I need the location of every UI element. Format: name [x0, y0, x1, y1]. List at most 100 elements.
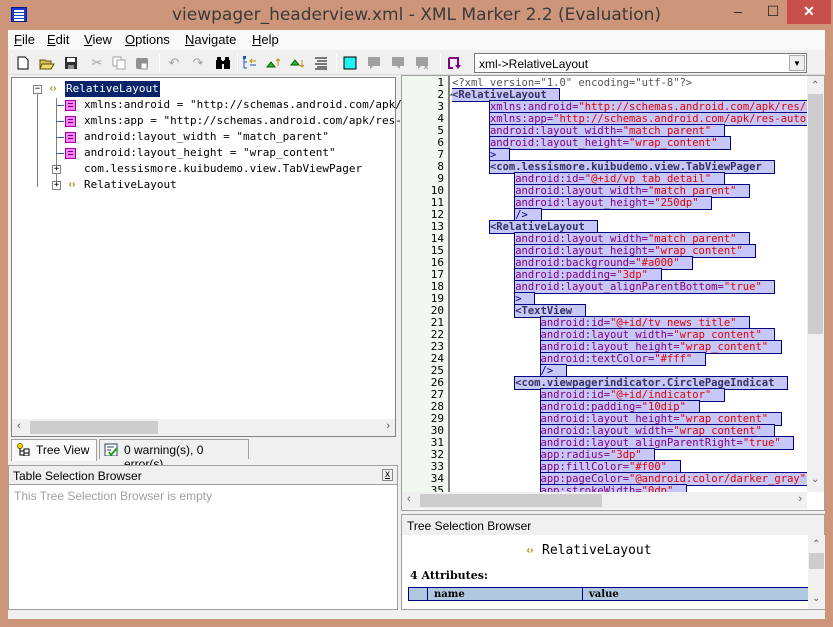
copy-button[interactable]	[109, 53, 129, 73]
code-line[interactable]: android:id="@+id/indicator"	[452, 388, 725, 402]
code-line[interactable]: <?xml version="1.0" encoding="utf-8"?>	[452, 77, 692, 89]
path-combobox[interactable]: xml->RelativeLayout ▼	[474, 53, 807, 73]
scrollbar-thumb[interactable]	[420, 494, 602, 507]
menu-file[interactable]: File	[14, 32, 35, 47]
code-line[interactable]: android:layout_width="wrap_content"	[452, 328, 776, 342]
tree-attribute-label: xmlns:android = "http://schemas.android.…	[84, 98, 422, 111]
xml-editor[interactable]: 1 2 3 4 5 6 7 8 9 10 11 12 13 14 15 16 17 18 19 20 21 22 23 24 2…	[401, 75, 825, 511]
scroll-right-icon[interactable]: ›	[386, 420, 390, 432]
token-attr: android:padding=	[515, 269, 617, 281]
open-button[interactable]	[37, 53, 57, 73]
code-line[interactable]: android:id="@+id/vp_tab_detail"	[452, 172, 725, 186]
code-line[interactable]: />	[452, 208, 542, 222]
menu-help[interactable]: Help	[252, 32, 279, 47]
next-bookmark-button[interactable]	[388, 53, 408, 73]
element-icon: ‹›	[64, 179, 80, 191]
column-header-name[interactable]: name	[427, 588, 582, 600]
code-line[interactable]: android:layout_height="wrap_content"	[452, 340, 782, 354]
browser-vertical-scrollbar[interactable]: ⌃ ⌄	[808, 535, 825, 609]
code-line[interactable]: >	[452, 148, 510, 162]
scrollbar-thumb[interactable]	[808, 94, 823, 334]
menu-edit[interactable]: Edit	[47, 32, 69, 47]
menu-view[interactable]: View	[84, 32, 112, 47]
scrollbar-thumb[interactable]	[30, 421, 158, 434]
code-line[interactable]: android:layout_width="match_parent"	[452, 124, 725, 138]
expand-toggle[interactable]: +	[52, 181, 61, 190]
code-line[interactable]: <RelativeLayout	[452, 220, 599, 234]
menu-navigate[interactable]: Navigate	[185, 32, 236, 47]
scroll-left-icon[interactable]: ‹	[17, 420, 21, 432]
code-line[interactable]: android:layout_width="match_parent"	[452, 232, 751, 246]
code-line[interactable]: android:background="#a000"	[452, 256, 694, 270]
color-toggle-button[interactable]	[340, 53, 360, 73]
scroll-up-icon[interactable]: ⌃	[812, 539, 820, 550]
code-line[interactable]: <RelativeLayout	[452, 88, 561, 102]
bookmark-icon	[416, 57, 429, 70]
code-line[interactable]: app:fillColor="#f00"	[452, 460, 681, 474]
tab-tree-view[interactable]: Tree View	[11, 439, 97, 461]
code-line[interactable]: android:layout_width="match_parent"	[452, 184, 751, 198]
code-line[interactable]: android:layout_alignParentRight="true"	[452, 436, 795, 450]
token-val: "true"	[742, 437, 781, 449]
paste-button[interactable]	[132, 53, 152, 73]
code-line[interactable]: xmlns:android="http://schemas.android.co…	[452, 100, 807, 114]
tree-horizontal-scrollbar[interactable]: ‹ ›	[12, 419, 395, 436]
close-panel-icon[interactable]: x	[382, 469, 393, 481]
scroll-down-icon[interactable]: ⌄	[812, 593, 820, 604]
maximize-button[interactable]: ☐	[757, 0, 789, 24]
code-line[interactable]: android:layout_alignParentBottom="true"	[452, 280, 776, 294]
scroll-up-icon[interactable]: ⌃	[811, 80, 819, 91]
code-line[interactable]: app:strokeWidth="0dp"	[452, 484, 687, 492]
code-line[interactable]: android:layout_height="wrap_content"	[452, 136, 732, 150]
code-line[interactable]: android:padding="3dp"	[452, 268, 662, 282]
menu-options[interactable]: Options	[125, 32, 170, 47]
scrollbar-thumb[interactable]	[809, 553, 824, 569]
tab-warnings[interactable]: 0 warning(s), 0 error(s)	[99, 439, 249, 471]
code-line[interactable]: android:id="@+id/tv_news_title"	[452, 316, 751, 330]
tree-attribute-label: android:layout_width = "match_parent"	[84, 130, 330, 143]
code-line[interactable]: >	[452, 292, 536, 306]
move-up-button[interactable]	[264, 53, 284, 73]
code-line[interactable]: app:pageColor="@android:color/darker_gra…	[452, 472, 807, 486]
code-line[interactable]: android:layout_height="250dp"	[452, 196, 713, 210]
code-line[interactable]: android:padding="10dip"	[452, 400, 700, 414]
code-line[interactable]: android:layout_width="wrap_content"	[452, 424, 776, 438]
chevron-down-icon[interactable]: ▼	[789, 55, 805, 71]
redo-button[interactable]: ↷	[188, 53, 208, 73]
code-line[interactable]: android:layout_height="wrap_content"	[452, 412, 782, 426]
scroll-down-icon[interactable]: ⌄	[811, 474, 819, 485]
token-attr: android:layout_width=	[489, 125, 623, 137]
editor-vertical-scrollbar[interactable]: ⌃ ⌄	[807, 76, 824, 492]
code-line[interactable]: xmlns:app="http://schemas.android.com/ap…	[452, 112, 807, 126]
undo-button[interactable]: ↶	[164, 53, 184, 73]
format-button[interactable]	[311, 53, 331, 73]
code-content: android:layout_width="match_parent"	[488, 124, 725, 138]
code-line[interactable]: <TextView	[452, 304, 586, 318]
new-file-button[interactable]	[13, 53, 33, 73]
cut-button[interactable]: ✂	[87, 53, 107, 73]
code-line[interactable]: android:layout_height="wrap_content"	[452, 244, 757, 258]
goto-arrow-icon	[448, 57, 461, 69]
code-line[interactable]: android:textColor="#fff"	[452, 352, 706, 366]
scroll-left-icon[interactable]: ‹	[407, 493, 411, 505]
column-header-value[interactable]: value	[582, 588, 810, 600]
close-button[interactable]: ✕	[787, 0, 831, 24]
code-line[interactable]: <com.lessismore.kuibudemo.view.TabViewPa…	[452, 160, 776, 174]
code-line[interactable]: />	[452, 364, 567, 378]
collapse-toggle[interactable]: −	[33, 85, 42, 94]
editor-horizontal-scrollbar[interactable]: ‹ ›	[402, 492, 807, 509]
move-down-button[interactable]	[288, 53, 308, 73]
code-area[interactable]: <?xml version="1.0" encoding="utf-8"?> <R…	[452, 76, 807, 492]
minimize-button[interactable]: ‒	[722, 0, 754, 24]
code-line[interactable]: <com.viewpagerindicator.CirclePageIndica…	[452, 376, 789, 390]
expand-toggle[interactable]: +	[52, 165, 61, 174]
goto-node-button[interactable]	[444, 53, 464, 73]
code-line[interactable]: app:radius="3dp"	[452, 448, 656, 462]
prev-bookmark-button[interactable]	[364, 53, 384, 73]
sync-tree-button[interactable]	[240, 53, 260, 73]
scroll-right-icon[interactable]: ›	[798, 493, 802, 505]
save-button[interactable]	[61, 53, 81, 73]
clear-bookmark-button[interactable]	[412, 53, 432, 73]
find-button[interactable]	[213, 53, 233, 73]
